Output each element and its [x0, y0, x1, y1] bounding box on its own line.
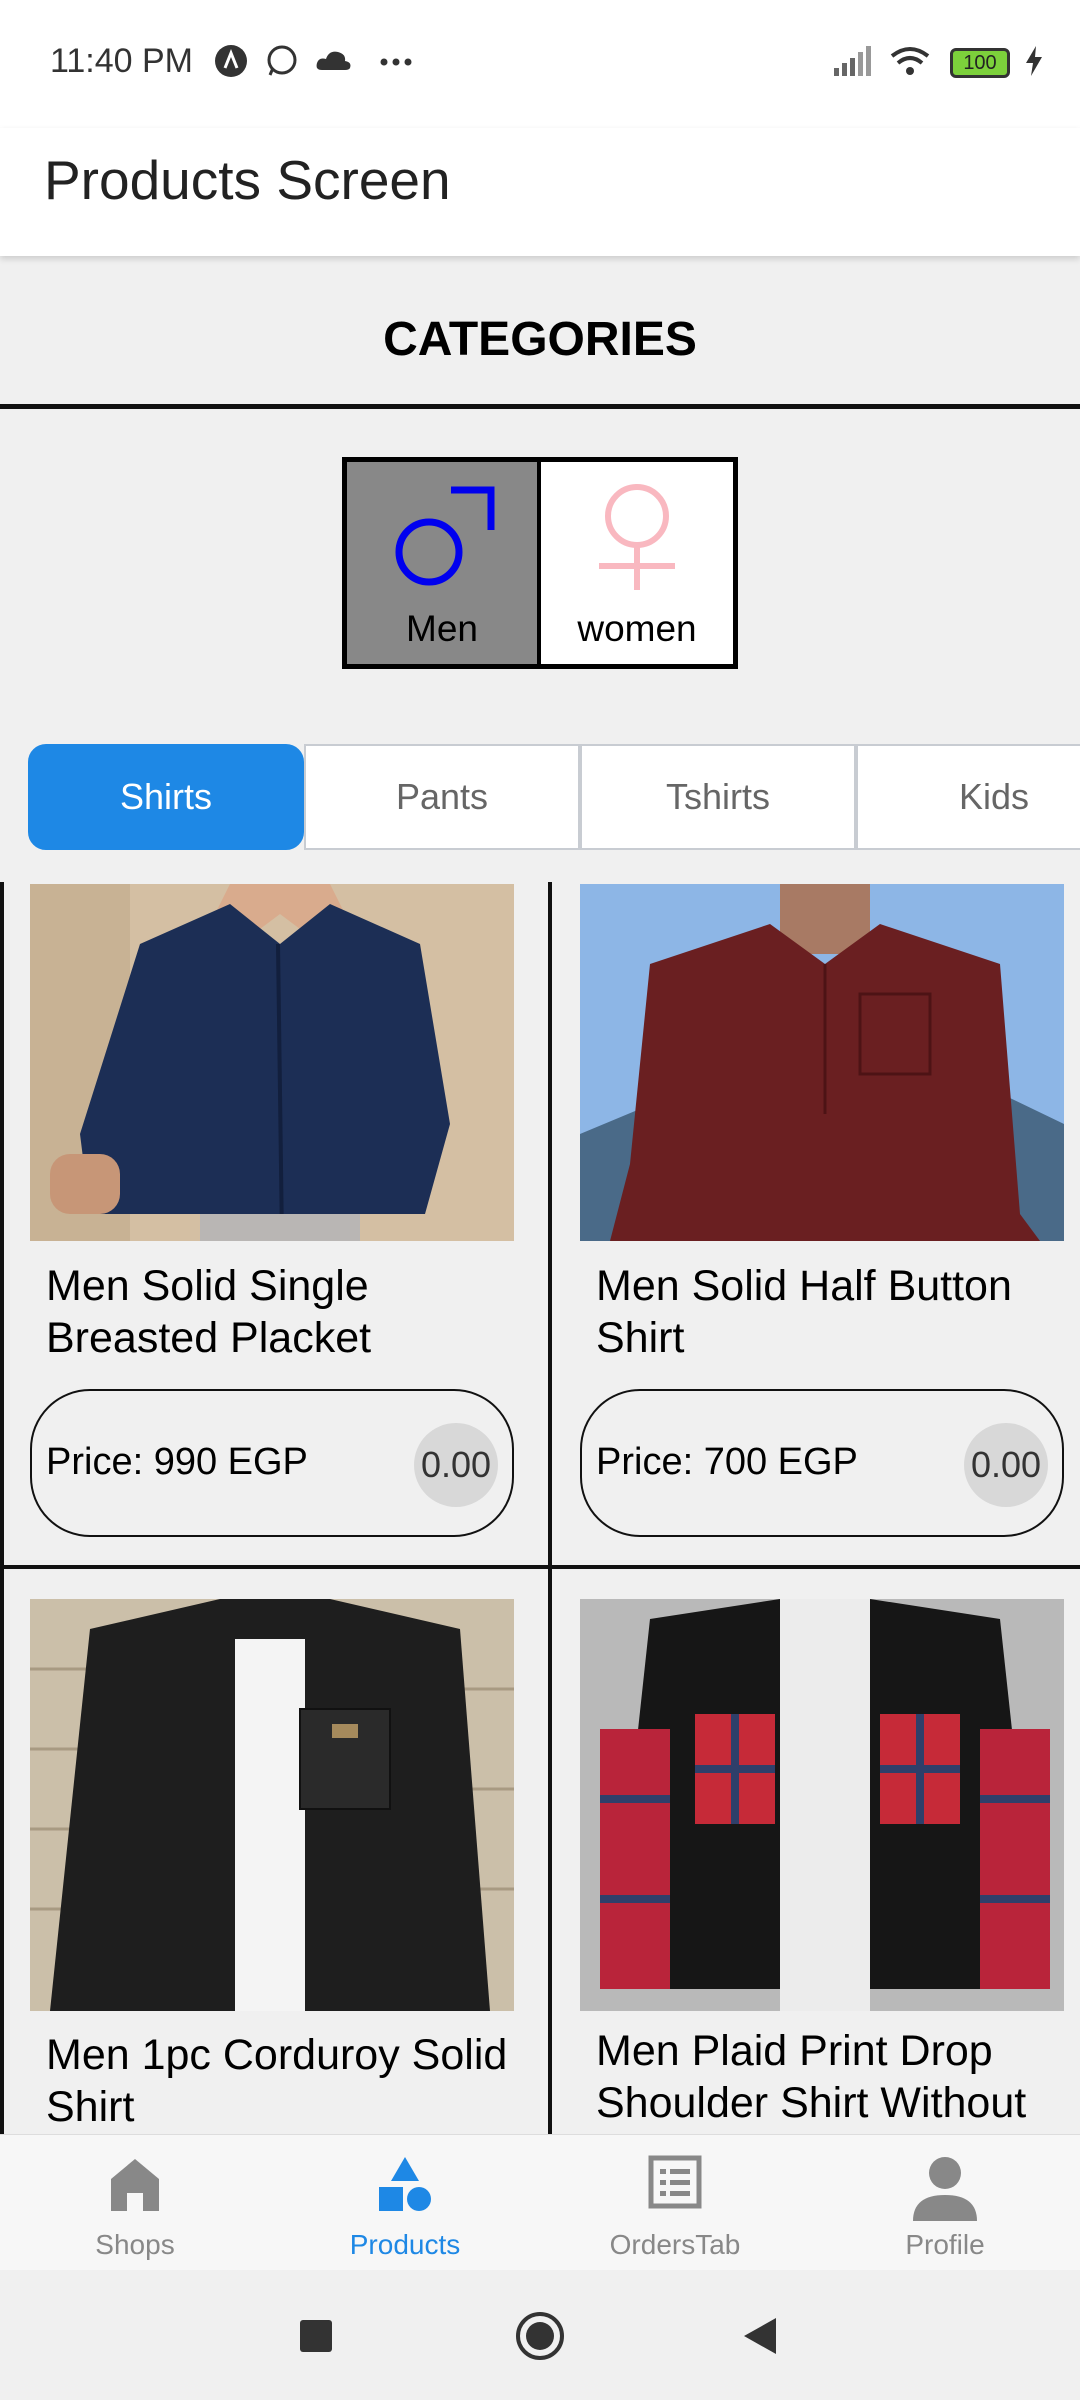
nav-item-orderstab[interactable]: OrdersTab	[540, 2135, 810, 2271]
battery-level: 100	[963, 52, 997, 74]
categories-heading: CATEGORIES	[383, 313, 697, 366]
male-symbol-icon	[395, 486, 495, 586]
tab-shirts[interactable]: Shirts	[28, 744, 304, 850]
product-card[interactable]: Men Solid Half Button Shirt Price: 700 E…	[580, 882, 1080, 1565]
nav-label-shops: Shops	[95, 2229, 175, 2260]
whatsapp-icon	[267, 45, 297, 76]
product-name: Men 1pc Corduroy Solid Shirt	[46, 2031, 508, 2131]
categories-divider	[0, 404, 1080, 409]
back-triangle-icon[interactable]	[740, 2316, 780, 2356]
product-image[interactable]	[30, 884, 514, 1241]
product-name: Men Solid Half Button Shirt	[596, 1262, 1012, 1362]
cloud-icon	[316, 51, 351, 70]
category-tabs: Shirts Pants Tshirts Kids	[28, 744, 1080, 850]
product-image[interactable]	[580, 884, 1064, 1241]
gender-selector: Men women	[342, 457, 738, 669]
female-symbol-icon	[599, 484, 675, 590]
list-icon	[648, 2155, 702, 2209]
price-pill[interactable]: Price: 700 EGP 0.00	[580, 1389, 1064, 1537]
home-circle-icon[interactable]	[514, 2310, 566, 2362]
page-title: Products Screen	[44, 149, 451, 211]
grid-divider	[0, 1565, 1080, 1569]
charging-icon	[1026, 46, 1042, 76]
grid-divider	[0, 882, 4, 2134]
bottom-nav: Shops Products OrdersTab Profile	[0, 2134, 1080, 2270]
person-icon	[913, 2157, 977, 2221]
price-badge: 0.00	[414, 1423, 498, 1507]
nav-label-products: Products	[349, 2229, 461, 2260]
product-image[interactable]	[30, 1599, 514, 2011]
nav-item-profile[interactable]: Profile	[810, 2135, 1080, 2271]
nav-label-orderstab: OrdersTab	[609, 2229, 741, 2260]
status-bar: 11:40 PM 100	[0, 0, 1080, 128]
signal-icon	[834, 46, 871, 76]
nav-item-products[interactable]: Products	[270, 2135, 540, 2271]
maroon-shirt-photo	[580, 884, 1064, 1241]
wifi-icon	[890, 47, 930, 75]
nav-item-shops[interactable]: Shops	[0, 2135, 270, 2271]
gender-option-women[interactable]: women	[541, 462, 733, 664]
gender-label-women: women	[577, 608, 697, 649]
plaid-shirt-photo	[580, 1599, 1064, 2011]
battery-icon: 100	[950, 48, 1010, 78]
more-dots-icon	[380, 58, 412, 66]
navy-shirt-photo	[30, 884, 514, 1241]
price-text: Price: 700 EGP	[596, 1441, 858, 1483]
product-card[interactable]: Men 1pc Corduroy Solid Shirt	[30, 1599, 550, 2134]
tab-tshirts[interactable]: Tshirts	[580, 744, 856, 850]
price-badge: 0.00	[964, 1423, 1048, 1507]
app-a-icon	[215, 45, 247, 77]
price-pill[interactable]: Price: 990 EGP 0.00	[30, 1389, 514, 1537]
product-name: Men Solid Single Breasted Placket Curved…	[46, 1262, 372, 1362]
shapes-icon	[379, 2157, 431, 2211]
gender-label-men: Men	[406, 608, 478, 649]
black-corduroy-shirt-photo	[30, 1599, 514, 2011]
product-card[interactable]: Men Solid Single Breasted Placket Curved…	[30, 882, 550, 1565]
nav-label-profile: Profile	[905, 2229, 985, 2260]
gender-option-men[interactable]: Men	[347, 462, 537, 664]
tab-pants[interactable]: Pants	[304, 744, 580, 850]
product-image[interactable]	[580, 1599, 1064, 2011]
product-card[interactable]: Men Plaid Print Drop Shoulder Shirt With…	[580, 1599, 1080, 2134]
system-navigation-bar	[0, 2270, 1080, 2400]
tab-kids[interactable]: Kids	[856, 744, 1080, 850]
recents-square-icon[interactable]	[298, 2318, 334, 2354]
price-text: Price: 990 EGP	[46, 1441, 308, 1483]
home-icon	[111, 2159, 159, 2211]
product-grid: Men Solid Single Breasted Placket Curved…	[0, 882, 1080, 2134]
status-time: 11:40 PM	[50, 42, 194, 80]
product-name: Men Plaid Print Drop Shoulder Shirt With…	[596, 2027, 1027, 2127]
